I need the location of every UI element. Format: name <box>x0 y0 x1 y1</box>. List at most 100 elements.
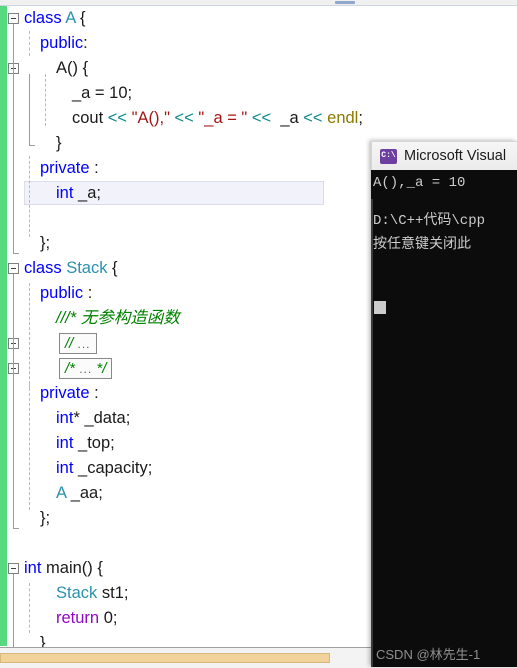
editor-horizontal-scrollbar-thumb[interactable] <box>0 653 330 663</box>
fold-collapse-icon[interactable] <box>8 563 19 574</box>
indent-guide <box>29 156 30 237</box>
code-line-text: A _aa; <box>56 481 103 506</box>
code-token: << <box>251 109 272 127</box>
code-line-text: public: <box>40 31 88 56</box>
code-token: return <box>56 609 100 627</box>
code-token: _top; <box>73 434 115 452</box>
console-output-line: 按任意键关闭此 <box>373 237 471 253</box>
code-line-text: _a = 10; <box>72 81 132 106</box>
console-output-area[interactable]: A(),_a = 10 D:\C++代码\cpp 按任意键关闭此 CSDN @林先生… <box>371 170 517 667</box>
code-token: int <box>24 559 42 577</box>
code-token: } <box>56 134 62 152</box>
code-token: int <box>56 184 74 202</box>
code-line-text: }; <box>40 231 50 256</box>
fold-rail-end <box>13 528 19 529</box>
console-icon-text: C:\ <box>381 151 396 160</box>
indent-guide <box>29 283 30 389</box>
csdn-watermark: CSDN @林先生-1 <box>376 647 481 662</box>
code-line-text: public : <box>40 281 92 306</box>
code-token: public <box>40 34 84 52</box>
code-token: public <box>40 284 84 302</box>
code-token: _a; <box>73 184 101 202</box>
code-token: "A()," <box>131 109 170 127</box>
code-token: Stack <box>66 259 108 277</box>
code-line-text: ///* 无参构造函数 <box>56 306 180 331</box>
code-token: : <box>83 34 88 52</box>
collapsed-region-box[interactable]: // ... <box>59 333 97 354</box>
editor-top-scrollbar-thumb[interactable] <box>335 1 355 4</box>
indent-guide <box>29 383 30 510</box>
code-token: { <box>75 9 86 27</box>
fold-rail <box>13 274 14 528</box>
code-token: int <box>56 409 74 427</box>
fold-rail-end <box>13 253 19 254</box>
console-output-line: D:\C++代码\cpp <box>373 213 486 229</box>
code-token: : <box>89 384 99 402</box>
code-token: 10 <box>109 84 128 102</box>
code-line-text: A() { <box>56 56 88 81</box>
code-line-text: int* _data; <box>56 406 130 431</box>
code-token: 0 <box>103 609 113 627</box>
code-line-text: cout << "A()," << "_a = " << _a << endl; <box>72 106 363 131</box>
code-token: A <box>56 484 67 502</box>
console-output-line: A(),_a = 10 <box>373 175 466 191</box>
fold-rail <box>13 24 14 253</box>
code-line-text: int main() { <box>24 556 103 581</box>
code-token: { <box>107 259 118 277</box>
code-token: << <box>107 109 128 127</box>
code-token: << <box>303 109 323 127</box>
code-token: A <box>65 9 76 27</box>
code-line-text: class A { <box>24 6 86 31</box>
code-token: : <box>89 159 99 177</box>
code-token: class <box>24 259 67 277</box>
console-titlebar[interactable]: C:\ Microsoft Visual <box>371 141 517 170</box>
code-token: ; <box>112 609 118 627</box>
code-token: }; <box>40 234 51 252</box>
code-line-text: private : <box>40 381 99 406</box>
indent-guide <box>45 74 46 126</box>
code-line-text: int _capacity; <box>56 456 152 481</box>
code-token: A() { <box>56 59 89 77</box>
console-app-icon: C:\ <box>380 148 397 164</box>
code-line-text: }; <box>40 506 50 531</box>
console-window[interactable]: C:\ Microsoft Visual A(),_a = 10 D:\C++代码… <box>371 141 517 667</box>
code-token: _aa; <box>66 484 103 502</box>
code-line-text: Stack st1; <box>56 581 128 606</box>
code-token: private <box>40 384 90 402</box>
code-line-text: return 0; <box>56 606 117 631</box>
code-token: class <box>24 9 66 27</box>
code-token: << <box>174 109 194 127</box>
code-token: main() { <box>41 559 103 577</box>
fold-rail <box>29 74 30 145</box>
code-token: * _data; <box>73 409 131 427</box>
code-token: "_a = " <box>198 109 248 127</box>
code-token: cout <box>72 109 108 127</box>
code-token: : <box>83 284 93 302</box>
code-token: int <box>56 434 74 452</box>
collapsed-region-box[interactable]: /* ... */ <box>59 358 113 379</box>
code-token: private <box>40 159 90 177</box>
code-token: }; <box>40 509 51 527</box>
console-block-cursor <box>374 301 386 314</box>
code-token: ; <box>358 109 363 127</box>
code-line-text: class Stack { <box>24 256 118 281</box>
fold-rail-end <box>29 145 35 146</box>
code-line-text: } <box>56 131 62 156</box>
fold-rail <box>13 574 14 651</box>
code-line-text: int _a; <box>56 181 101 206</box>
code-token: _a <box>271 109 304 127</box>
fold-collapse-icon[interactable] <box>8 13 19 24</box>
console-window-title: Microsoft Visual <box>404 148 507 164</box>
code-token: ///* 无参构造函数 <box>56 309 180 327</box>
code-line-text: private : <box>40 156 99 181</box>
code-token: _a = <box>72 84 110 102</box>
indent-guide <box>29 31 30 56</box>
code-token: Stack <box>56 584 98 602</box>
code-token: endl <box>327 109 359 127</box>
code-line-text: int _top; <box>56 431 115 456</box>
code-token: st1; <box>97 584 129 602</box>
fold-collapse-icon[interactable] <box>8 263 19 274</box>
code-token: ; <box>127 84 133 102</box>
indent-guide <box>29 583 30 633</box>
console-left-edge <box>371 199 373 667</box>
